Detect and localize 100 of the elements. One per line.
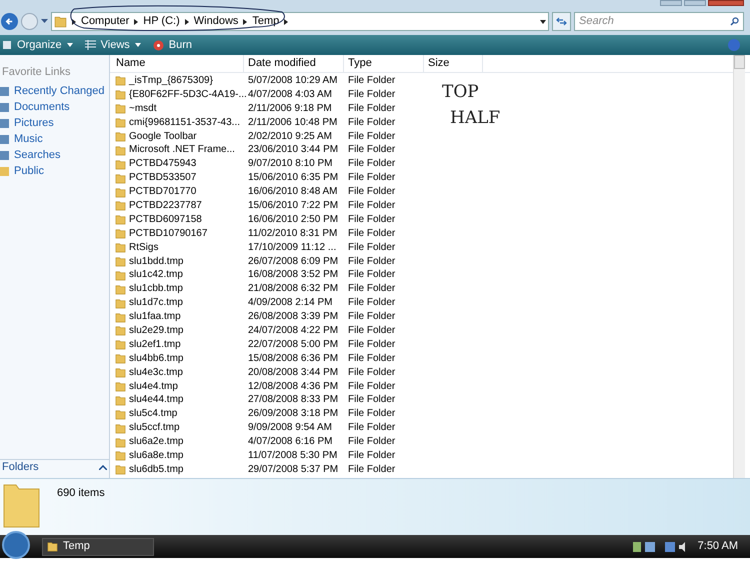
refresh-button[interactable] [552, 12, 571, 31]
toolbar-button[interactable]: Organize [2, 36, 73, 54]
file-type: File Folder [347, 338, 396, 351]
file-name[interactable]: PCTBD475943 [115, 158, 245, 170]
nav-link[interactable]: Public [0, 164, 109, 180]
file-name[interactable]: {E80F62FF-5D3C-4A19-... [115, 88, 245, 101]
breadcrumb-item[interactable]: Computer [81, 13, 130, 30]
file-name[interactable]: PCTBD6097158 [115, 214, 245, 226]
file-name[interactable]: slu1d7c.tmp [115, 297, 245, 310]
folder-icon [115, 200, 126, 212]
file-name[interactable]: Microsoft .NET Frame... [115, 144, 245, 156]
folder-icon [115, 270, 126, 281]
file-name[interactable]: RtSigs [115, 242, 245, 254]
file-name[interactable]: slu2e29.tmp [115, 324, 245, 337]
file-type: File Folder [347, 394, 396, 406]
nav-link[interactable]: Documents [0, 100, 109, 116]
file-name[interactable]: PCTBD2237787 [115, 200, 245, 212]
file-name[interactable]: slu1faa.tmp [115, 311, 245, 324]
column-header[interactable]: Type [344, 55, 424, 72]
file-type: File Folder [347, 130, 396, 142]
date-modified: 26/09/2008 3:18 PM [247, 408, 340, 420]
file-name[interactable]: ~msdt [115, 102, 245, 115]
maximize-button[interactable] [684, 0, 706, 6]
file-name[interactable]: slu4e4.tmp [115, 380, 245, 393]
file-type: File Folder [347, 311, 396, 324]
file-name[interactable]: PCTBD701770 [115, 186, 245, 198]
date-modified: 20/08/2008 3:44 PM [247, 366, 340, 379]
file-name[interactable]: slu1bdd.tmp [115, 256, 245, 268]
folder-icon [115, 450, 126, 462]
search-icon [730, 17, 739, 26]
refresh-arrows-icon [556, 17, 567, 26]
nav-link[interactable]: Pictures [0, 116, 109, 132]
file-name[interactable]: slu1cbb.tmp [115, 283, 245, 296]
file-type: File Folder [347, 172, 396, 184]
folder-icon [115, 89, 126, 100]
folder-icon [115, 131, 126, 142]
file-name[interactable]: PCTBD10790167 [115, 228, 245, 240]
grid-icon [84, 40, 96, 50]
date-modified: 11/07/2008 5:30 PM [247, 450, 338, 462]
minimize-button[interactable] [660, 0, 682, 6]
file-name[interactable]: slu2ef1.tmp [115, 338, 245, 351]
breadcrumb-item[interactable]: Temp [252, 13, 280, 30]
toolbar-button[interactable]: Views [84, 36, 141, 54]
file-name[interactable]: Google Toolbar [115, 130, 245, 142]
file-name[interactable]: slu4e44.tmp [115, 394, 245, 406]
file-name[interactable]: PCTBD533507 [115, 172, 245, 184]
date-modified: 21/08/2008 6:32 PM [247, 283, 340, 296]
date-modified: 11/02/2010 8:31 PM [247, 228, 338, 240]
dropdown-caret-icon [134, 43, 141, 47]
file-name[interactable]: slu4e3c.tmp [115, 366, 245, 379]
back-button[interactable] [1, 13, 18, 30]
nav-link[interactable]: Recently Changed [0, 84, 109, 100]
date-modified: 9/07/2010 8:10 PM [247, 158, 334, 170]
file-type: File Folder [347, 242, 396, 254]
file-name[interactable]: slu5c4.tmp [115, 408, 245, 420]
date-modified: 2/11/2006 9:18 PM [247, 102, 333, 115]
folder-icon [115, 186, 126, 198]
folder-icon [115, 75, 126, 86]
date-modified: 17/10/2009 11:12 ... [247, 242, 338, 254]
file-type: File Folder [347, 269, 396, 282]
library-icon [0, 134, 10, 145]
library-icon [0, 86, 10, 97]
file-name[interactable]: _isTmp_{8675309} [115, 74, 245, 87]
nav-link[interactable]: Music [0, 132, 109, 148]
file-name[interactable]: slu4bb6.tmp [115, 352, 245, 365]
address-bar[interactable]: Computer HP (C:) Windows Temp [51, 12, 549, 31]
file-name[interactable]: slu6db5.tmp [115, 464, 245, 476]
column-header[interactable]: Date modified [244, 55, 344, 72]
search-field[interactable]: Search [574, 12, 744, 31]
folder-icon [115, 325, 126, 336]
toolbar-button[interactable]: Burn [152, 36, 192, 54]
file-type: File Folder [347, 352, 396, 365]
breadcrumb-item[interactable]: HP (C:) [143, 13, 180, 30]
file-name[interactable]: slu6a2e.tmp [115, 436, 245, 448]
dropdown-caret-icon [66, 43, 73, 47]
date-modified: 24/07/2008 4:22 PM [247, 324, 340, 337]
file-type: File Folder [347, 408, 396, 420]
folder-icon [115, 464, 126, 476]
file-type: File Folder [347, 228, 396, 240]
file-name[interactable]: slu6a8e.tmp [115, 450, 245, 462]
file-name[interactable]: cmi{99681151-3537-43... [115, 116, 245, 129]
nav-link[interactable]: Searches [0, 148, 109, 164]
folders-toggle[interactable]: Folders [0, 459, 109, 475]
file-type: File Folder [347, 366, 396, 379]
close-button[interactable] [708, 0, 744, 6]
column-header[interactable]: Size [424, 55, 483, 72]
start-button[interactable] [2, 530, 30, 558]
column-header[interactable]: Name [112, 55, 244, 72]
file-name[interactable]: slu5ccf.tmp [115, 422, 245, 434]
taskbar-window-button[interactable]: Temp [42, 538, 154, 556]
search-input[interactable]: Search [579, 13, 730, 30]
breadcrumb-item[interactable]: Windows [194, 13, 238, 30]
folder-icon [115, 381, 126, 392]
date-modified: 29/07/2008 5:37 PM [247, 464, 340, 476]
file-type: File Folder [347, 158, 396, 170]
file-type: File Folder [347, 422, 396, 434]
folder-icon [115, 158, 126, 170]
folder-icon [115, 312, 126, 323]
folder-icon [54, 15, 67, 28]
file-name[interactable]: slu1c42.tmp [115, 269, 245, 282]
